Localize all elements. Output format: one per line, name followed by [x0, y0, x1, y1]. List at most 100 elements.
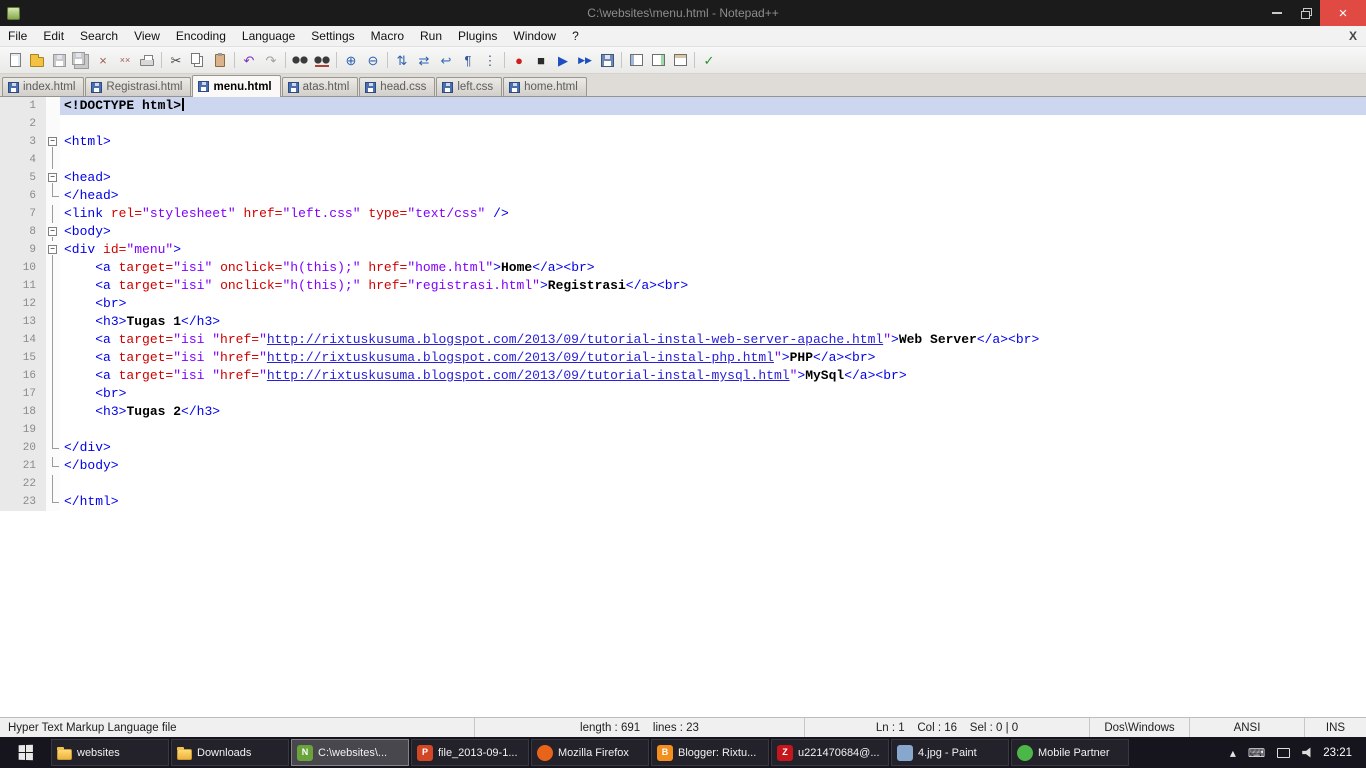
code-line[interactable]: <br> [60, 295, 1366, 313]
code-line[interactable]: <a target="isi "href="http://rixtuskusum… [60, 349, 1366, 367]
save-all-icon[interactable] [70, 49, 92, 71]
restore-button[interactable] [1291, 0, 1320, 26]
fold-collapse-button[interactable]: − [46, 223, 60, 241]
save-macro-icon[interactable] [596, 49, 618, 71]
function-list-icon[interactable] [625, 49, 647, 71]
cut-icon[interactable]: ✂ [165, 49, 187, 71]
zoom-in-icon[interactable]: ⊕ [340, 49, 362, 71]
code-line[interactable]: <body> [60, 223, 1366, 241]
redo-icon[interactable]: ↷ [260, 49, 282, 71]
menu-item-window[interactable]: Window [505, 26, 564, 46]
print-icon[interactable] [136, 49, 158, 71]
code-line[interactable]: <!DOCTYPE html> [60, 97, 1366, 115]
start-button[interactable] [0, 737, 50, 768]
touch-keyboard-icon[interactable]: ⌨ [1248, 746, 1265, 760]
menu-item-run[interactable]: Run [412, 26, 450, 46]
taskbar-clock[interactable]: 23:21 [1323, 737, 1366, 768]
tab-menu-html[interactable]: menu.html [192, 75, 281, 97]
taskbar-item-file-2013-09-1[interactable]: Pfile_2013-09-1... [411, 739, 529, 766]
close-document-x-button[interactable]: X [1349, 29, 1357, 43]
taskbar-item-mobile-partner[interactable]: Mobile Partner [1011, 739, 1129, 766]
menu-item-help[interactable]: ? [564, 26, 587, 46]
menu-item-view[interactable]: View [126, 26, 168, 46]
code-line[interactable]: <a target="isi "href="http://rixtuskusum… [60, 367, 1366, 385]
code-line[interactable]: <h3>Tugas 2</h3> [60, 403, 1366, 421]
copy-icon[interactable] [187, 49, 209, 71]
fold-collapse-button[interactable]: − [46, 133, 60, 151]
menu-item-language[interactable]: Language [234, 26, 303, 46]
line-number: 19 [0, 421, 46, 439]
run-macro-multiple-icon[interactable]: ▶▶ [574, 49, 596, 71]
code-line[interactable] [60, 115, 1366, 133]
minimize-button[interactable] [1262, 0, 1291, 26]
close-all-files-icon[interactable]: ×× [114, 49, 136, 71]
code-line[interactable] [60, 475, 1366, 493]
taskbar-item-mozilla-firefox[interactable]: Mozilla Firefox [531, 739, 649, 766]
network-icon[interactable] [1277, 747, 1291, 758]
close-button[interactable]: × [1320, 0, 1366, 26]
code-line[interactable]: </html> [60, 493, 1366, 511]
line-number: 11 [0, 277, 46, 295]
show-all-characters-icon[interactable]: ¶ [457, 49, 479, 71]
tab-left-css[interactable]: left.css [436, 77, 503, 96]
taskbar-item-blogger-rixtu[interactable]: B Blogger: Rixtu... [651, 739, 769, 766]
status-length-lines: length : 691 lines : 23 [474, 718, 804, 737]
menu-item-search[interactable]: Search [72, 26, 126, 46]
code-line[interactable]: <br> [60, 385, 1366, 403]
code-line[interactable]: </head> [60, 187, 1366, 205]
code-line[interactable]: </div> [60, 439, 1366, 457]
save-icon[interactable] [48, 49, 70, 71]
menu-item-edit[interactable]: Edit [35, 26, 72, 46]
code-line[interactable] [60, 421, 1366, 439]
find-icon[interactable] [289, 49, 311, 71]
code-line[interactable]: <a target="isi" onclick="h(this);" href=… [60, 277, 1366, 295]
menu-item-file[interactable]: File [0, 26, 35, 46]
tab-head-css[interactable]: head.css [359, 77, 436, 96]
editor-line-3: 3− <html> [0, 133, 1366, 151]
code-line[interactable]: </body> [60, 457, 1366, 475]
code-line[interactable]: <html> [60, 133, 1366, 151]
code-line[interactable]: <link rel="stylesheet" href="left.css" t… [60, 205, 1366, 223]
zoom-out-icon[interactable]: ⊖ [362, 49, 384, 71]
menu-item-settings[interactable]: Settings [303, 26, 362, 46]
document-map-icon[interactable] [647, 49, 669, 71]
taskbar-item-c-websites[interactable]: N C:\websites\... [291, 739, 409, 766]
tab-atas-html[interactable]: atas.html [281, 77, 359, 96]
document-switcher-icon[interactable] [669, 49, 691, 71]
undo-icon[interactable]: ↶ [238, 49, 260, 71]
tab-home-html[interactable]: home.html [503, 77, 587, 96]
sync-vertical-icon[interactable]: ⇅ [391, 49, 413, 71]
tab-index-html[interactable]: index.html [2, 77, 85, 96]
code-line[interactable]: <head> [60, 169, 1366, 187]
editor[interactable]: 1 <!DOCTYPE html> 2 3− <html> 4 5− <head> 6 </hea… [0, 97, 1366, 717]
tab-registrasi-html[interactable]: Registrasi.html [85, 77, 192, 96]
taskbar-item-4-jpg-paint[interactable]: 4.jpg - Paint [891, 739, 1009, 766]
indent-guide-icon[interactable]: ⋮ [479, 49, 501, 71]
menu-item-macro[interactable]: Macro [363, 26, 412, 46]
menu-item-plugins[interactable]: Plugins [450, 26, 505, 46]
sync-horizontal-icon[interactable]: ⇄ [413, 49, 435, 71]
hidden-icons-chevron[interactable]: ▴ [1230, 746, 1236, 760]
word-wrap-icon[interactable]: ↩ [435, 49, 457, 71]
menu-item-encoding[interactable]: Encoding [168, 26, 234, 46]
stop-recording-icon[interactable]: ■ [530, 49, 552, 71]
fold-collapse-button[interactable]: − [46, 169, 60, 187]
replace-icon[interactable] [311, 49, 333, 71]
taskbar-item-downloads[interactable]: Downloads [171, 739, 289, 766]
open-file-icon[interactable] [26, 49, 48, 71]
taskbar-item-websites[interactable]: websites [51, 739, 169, 766]
code-line[interactable]: <div id="menu"> [60, 241, 1366, 259]
paste-icon[interactable] [209, 49, 231, 71]
volume-icon[interactable] [1302, 747, 1311, 758]
spell-check-icon[interactable]: ✓ [698, 49, 720, 71]
new-file-icon[interactable] [4, 49, 26, 71]
code-line[interactable] [60, 151, 1366, 169]
code-line[interactable]: <a target="isi "href="http://rixtuskusum… [60, 331, 1366, 349]
close-file-icon[interactable]: × [92, 49, 114, 71]
code-line[interactable]: <a target="isi" onclick="h(this);" href=… [60, 259, 1366, 277]
code-line[interactable]: <h3>Tugas 1</h3> [60, 313, 1366, 331]
taskbar-item-u221470684[interactable]: Zu221470684@... [771, 739, 889, 766]
playback-macro-icon[interactable]: ▶ [552, 49, 574, 71]
fold-collapse-button[interactable]: − [46, 241, 60, 259]
start-recording-icon[interactable]: ● [508, 49, 530, 71]
